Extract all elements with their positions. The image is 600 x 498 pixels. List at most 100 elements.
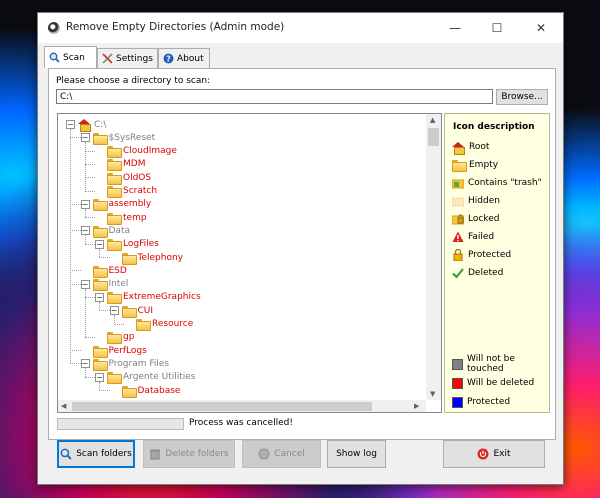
cancel-button[interactable]: Cancel — [242, 440, 321, 468]
tree-connector — [84, 190, 95, 192]
legend-color-label: Will be deleted — [467, 378, 535, 388]
folder-icon — [92, 225, 108, 238]
collapse-icon[interactable]: − — [80, 133, 90, 143]
folder-icon — [121, 305, 137, 318]
tree-connector — [70, 129, 71, 364]
tree-node[interactable]: − LogFiles — [95, 238, 159, 252]
folder-icon — [92, 358, 108, 371]
tree-node[interactable]: PerfLogs — [81, 344, 147, 358]
tree-horizontal-scroll-thumb[interactable] — [72, 402, 372, 411]
folder-icon — [121, 252, 137, 265]
legend-item-root: Root — [452, 140, 490, 155]
tree-connector — [99, 301, 100, 311]
folder-icon — [107, 146, 122, 159]
collapse-icon[interactable]: − — [80, 199, 90, 209]
folder-icon — [136, 319, 151, 331]
tree-node-label: $SysReset — [108, 132, 156, 143]
tree-vertical-scroll-thumb[interactable] — [428, 128, 439, 146]
tree-node-label: Resource — [152, 319, 194, 329]
scroll-left-icon[interactable]: ◀ — [61, 402, 66, 410]
tree-node[interactable]: gp — [95, 331, 135, 345]
collapse-icon[interactable]: − — [80, 279, 90, 289]
tree-node[interactable]: − Intel — [80, 278, 128, 292]
tree-connector — [84, 150, 95, 152]
delete-folders-button[interactable]: Delete folders — [143, 440, 235, 468]
tree-node[interactable]: − Argente Utilities — [95, 371, 195, 385]
tree-node[interactable]: − assembly — [80, 198, 152, 212]
tree-node-label: temp — [123, 212, 147, 223]
tree-connector — [113, 323, 124, 325]
tab-settings[interactable]: Settings — [97, 48, 158, 68]
tree-horizontal-scrollbar[interactable]: ◀ ▶ — [58, 400, 426, 412]
minimize-button[interactable]: — — [436, 13, 474, 43]
tree-node[interactable]: ESD — [81, 264, 127, 278]
browse-button[interactable]: Browse... — [496, 89, 548, 105]
exit-button[interactable]: Exit — [443, 440, 545, 468]
scroll-up-icon[interactable]: ▲ — [430, 116, 435, 124]
tree-node[interactable]: − $SysReset — [80, 131, 156, 145]
tree-node[interactable]: Telephony — [110, 251, 184, 265]
tab-scan[interactable]: Scan — [44, 46, 97, 68]
tree-node[interactable]: − CUI — [109, 304, 153, 318]
tree-node[interactable]: Database — [110, 384, 180, 398]
tree-connector — [99, 390, 110, 391]
tree-node[interactable]: CloudImage — [95, 145, 177, 159]
tree-vertical-scrollbar[interactable]: ▲ ▼ — [426, 114, 441, 400]
tree-node-label: assembly — [108, 199, 152, 210]
tree-connector — [70, 230, 81, 232]
collapse-icon[interactable]: − — [109, 306, 119, 316]
scan-folders-button[interactable]: Scan folders — [57, 440, 135, 468]
folder-icon — [107, 239, 122, 252]
tree-node-label: C:\ — [94, 119, 107, 130]
tree-connector — [84, 368, 86, 377]
tree-node[interactable]: − Data — [80, 224, 130, 238]
magnifier-icon — [60, 448, 72, 460]
collapse-icon[interactable]: − — [66, 120, 75, 129]
legend-item-label: Root — [469, 142, 490, 152]
lock-icon — [453, 249, 463, 261]
tree-node-label: gp — [123, 332, 135, 343]
tree-node[interactable]: Scratch — [95, 185, 157, 198]
scroll-down-icon[interactable]: ▼ — [430, 390, 435, 398]
tree-connector — [113, 315, 115, 324]
tree-node-label: Telephony — [137, 252, 184, 263]
magnifier-icon — [49, 52, 60, 63]
tab-about[interactable]: ? About — [158, 48, 210, 68]
tree-node[interactable]: OldOS — [95, 171, 151, 185]
collapse-icon[interactable]: − — [95, 372, 104, 382]
legend-item-protected: Protected — [452, 248, 511, 262]
tree-node[interactable]: − C:\ — [66, 118, 107, 132]
show-log-button[interactable]: Show log — [327, 440, 386, 468]
folder-icon — [107, 159, 122, 172]
tree-node[interactable]: − Program Files — [80, 357, 170, 371]
directory-path-input[interactable] — [56, 89, 493, 104]
collapse-icon[interactable]: − — [95, 292, 104, 302]
legend-color-protected: Protected — [452, 395, 510, 409]
empty-folder-icon — [452, 160, 467, 172]
folder-icon — [121, 385, 137, 398]
collapse-icon[interactable]: − — [80, 226, 90, 236]
collapse-icon[interactable]: − — [80, 359, 90, 369]
close-button[interactable]: ✕ — [522, 13, 560, 43]
scroll-right-icon[interactable]: ▶ — [414, 402, 419, 410]
maximize-button[interactable]: ☐ — [478, 13, 516, 43]
tree-connector — [70, 350, 81, 352]
title-bar: Remove Empty Directories (Admin mode) — … — [38, 13, 563, 43]
checkmark-icon — [452, 268, 464, 279]
tree-node-label: Program Files — [108, 358, 170, 369]
legend-title: Icon description — [453, 122, 535, 132]
legend-color-will-delete: Will be deleted — [452, 376, 534, 390]
tree-node[interactable]: Resource — [124, 318, 193, 331]
collapse-icon[interactable]: − — [95, 239, 104, 249]
tree-connector — [70, 270, 81, 272]
tree-node[interactable]: temp — [95, 211, 147, 225]
scan-folders-label: Scan folders — [76, 449, 132, 459]
folder-icon — [107, 292, 122, 305]
tools-icon — [102, 53, 113, 64]
power-icon — [477, 448, 489, 460]
status-text: Process was cancelled! — [189, 418, 293, 428]
warning-icon — [452, 231, 464, 242]
tree-node[interactable]: MDM — [95, 158, 145, 172]
tree-node[interactable]: − ExtremeGraphics — [95, 291, 201, 305]
folder-tree[interactable]: − C:\ − $SysReset CloudImage MDM OldOS Scratch −… — [57, 113, 442, 413]
